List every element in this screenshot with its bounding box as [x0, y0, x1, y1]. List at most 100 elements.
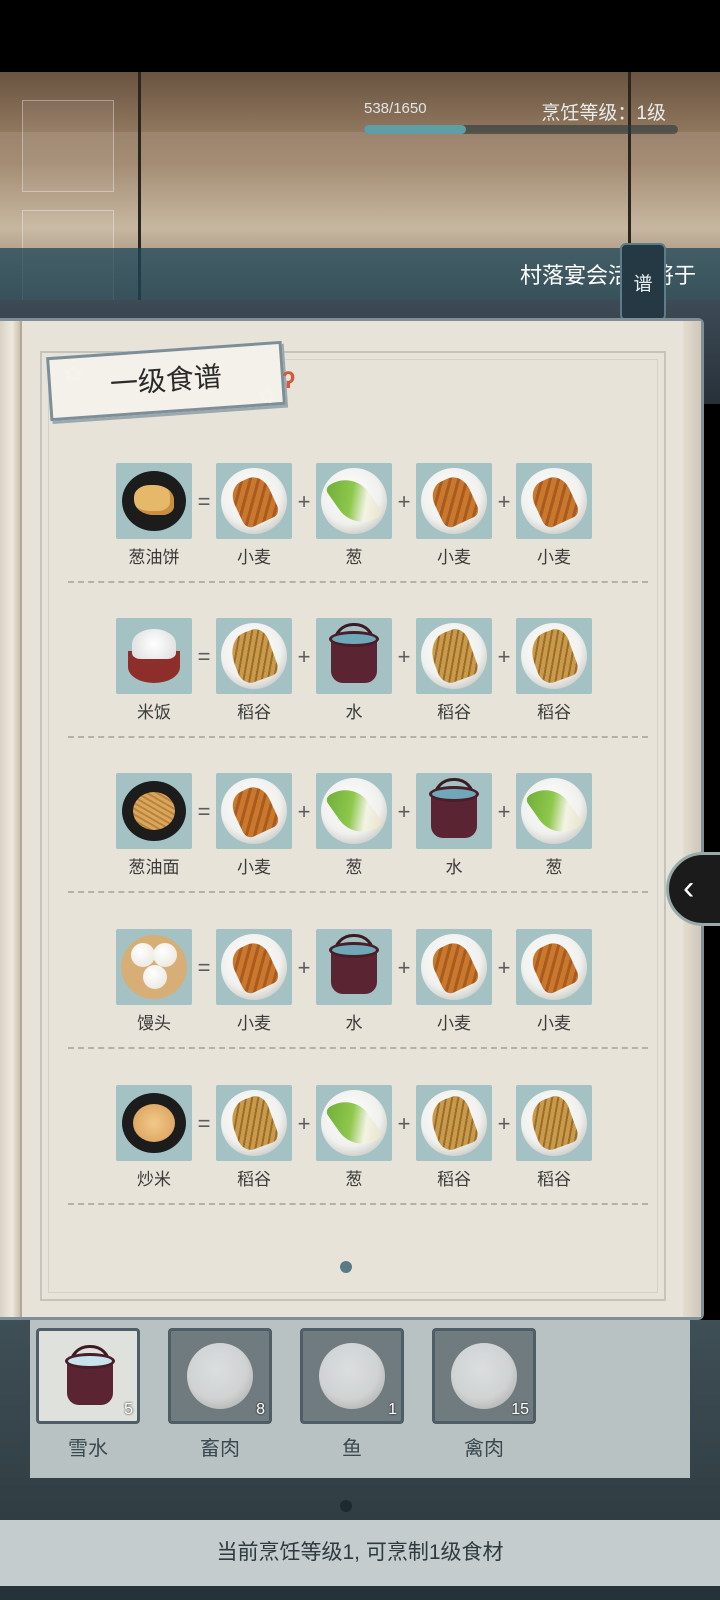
equals-sign: = [197, 1111, 211, 1136]
rice-stalk-icon [221, 1090, 287, 1156]
ingredient-slot[interactable] [316, 773, 392, 849]
plus-sign: + [297, 955, 311, 980]
equals-sign: = [197, 955, 211, 980]
plum-blossom-icon: ✿ [258, 383, 277, 408]
slot-label: 葱 [545, 858, 563, 877]
slot-label: 稻谷 [237, 1170, 271, 1189]
recipe-row: 葱油饼 = 小麦 + 葱 + 小麦 + 小麦 [0, 463, 704, 573]
row-divider [68, 1203, 648, 1205]
recipe-row: 炒米 = 稻谷 + 葱 + 稻谷 + 稻谷 [0, 1085, 704, 1195]
ingredient-slot[interactable] [516, 618, 592, 694]
plus-sign: + [497, 955, 511, 980]
scallion-icon [321, 778, 387, 844]
steamed-bun-icon [121, 935, 187, 999]
ingredient-slot[interactable] [216, 463, 292, 539]
slot-label: 葱油饼 [128, 548, 180, 567]
water-bucket-icon [327, 623, 381, 687]
fried-rice-icon [122, 1093, 186, 1153]
inventory-slot[interactable]: 1 [300, 1328, 404, 1424]
plus-sign: + [497, 1111, 511, 1136]
plus-sign: + [397, 489, 411, 514]
inventory-page-dot[interactable] [340, 1500, 352, 1512]
ingredient-slot[interactable] [416, 463, 492, 539]
ingredient-slot[interactable] [516, 929, 592, 1005]
ingredient-slot[interactable] [316, 1085, 392, 1161]
cooking-level-text: 烹饪等级：1级 [541, 103, 666, 124]
wheat-icon [421, 934, 487, 1000]
row-divider [68, 736, 648, 738]
item-count: 15 [511, 1401, 529, 1418]
ingredient-slot[interactable] [416, 618, 492, 694]
plus-sign: + [297, 799, 311, 824]
slot-label: 小麦 [437, 1014, 471, 1033]
ingredient-slot[interactable] [416, 773, 492, 849]
item-label: 禽肉 [464, 1438, 504, 1460]
ingredient-slot[interactable] [316, 463, 392, 539]
rice-stalk-icon [521, 623, 587, 689]
equals-sign: = [197, 799, 211, 824]
wheat-icon [421, 468, 487, 534]
event-marquee: 村落宴会活动将于 [520, 263, 697, 288]
slot-label: 小麦 [237, 548, 271, 567]
chevron-left-icon: ‹ [683, 869, 695, 907]
exp-bar [364, 125, 678, 134]
item-count: 5 [124, 1401, 133, 1418]
row-divider [68, 1047, 648, 1049]
ingredient-slot[interactable] [216, 618, 292, 694]
slot-label: 稻谷 [537, 1170, 571, 1189]
water-bucket-icon [427, 778, 481, 842]
scallion-noodles-icon [122, 781, 186, 841]
ingredient-slot[interactable] [516, 463, 592, 539]
plus-sign: + [497, 489, 511, 514]
slot-label: 稻谷 [537, 703, 571, 722]
ingredient-slot[interactable] [516, 1085, 592, 1161]
item-count: 8 [256, 1401, 265, 1418]
plus-sign: + [397, 955, 411, 980]
recipe-result-slot[interactable] [116, 463, 192, 539]
ingredient-slot[interactable] [316, 618, 392, 694]
recipe-tab-char: 谱 [633, 274, 653, 295]
slot-label: 馒头 [137, 1014, 171, 1033]
inventory-slot[interactable]: 15 [432, 1328, 536, 1424]
ingredient-slot[interactable] [216, 929, 292, 1005]
plus-sign: + [497, 799, 511, 824]
ingredient-slot[interactable] [516, 773, 592, 849]
poultry-icon [451, 1343, 517, 1409]
book-title: 一级食谱 [109, 362, 223, 401]
slot-label: 小麦 [537, 1014, 571, 1033]
ingredient-slot[interactable] [216, 773, 292, 849]
recipe-result-slot[interactable] [116, 929, 192, 1005]
rice-bowl-icon [124, 625, 184, 687]
recipe-row: 馒头 = 小麦 + 水 + 小麦 + 小麦 [0, 929, 704, 1039]
scallion-icon [321, 1090, 387, 1156]
slot-label: 小麦 [537, 548, 571, 567]
ingredient-slot[interactable] [416, 1085, 492, 1161]
slot-label: 小麦 [437, 548, 471, 567]
slot-label: 葱 [345, 548, 363, 567]
snow-water-icon [63, 1345, 117, 1409]
recipe-tab[interactable]: 食 谱 [620, 243, 666, 321]
recipe-result-slot[interactable] [116, 773, 192, 849]
recipe-result-slot[interactable] [116, 618, 192, 694]
plus-sign: + [297, 644, 311, 669]
wheat-icon [221, 468, 287, 534]
wheat-icon [521, 934, 587, 1000]
item-label: 畜肉 [200, 1438, 240, 1460]
inventory-slot[interactable]: 5 [36, 1328, 140, 1424]
rice-stalk-icon [421, 623, 487, 689]
cooking-screen: { "top_bar": { "exp_text": "538/1650", "… [0, 0, 720, 1600]
inventory-slot[interactable]: 8 [168, 1328, 272, 1424]
ingredient-slot[interactable] [416, 929, 492, 1005]
plus-sign: + [397, 799, 411, 824]
ingredient-slot[interactable] [216, 1085, 292, 1161]
ingredient-slot[interactable] [316, 929, 392, 1005]
slot-label: 稻谷 [437, 703, 471, 722]
recipe-book: 一级食谱 ʔ ✿ ✿ 葱油饼 = 小麦 + 葱 + 小麦 + 小麦 米饭 = 稻谷 + 水 + 稻谷 + 稻谷 葱油… [0, 318, 704, 1320]
slot-label: 水 [345, 703, 363, 722]
page-indicator-dot[interactable] [340, 1261, 352, 1273]
knot-icon: ʔ [282, 367, 296, 394]
plus-sign: + [497, 644, 511, 669]
recipe-result-slot[interactable] [116, 1085, 192, 1161]
plus-sign: + [397, 1111, 411, 1136]
equals-sign: = [197, 644, 211, 669]
